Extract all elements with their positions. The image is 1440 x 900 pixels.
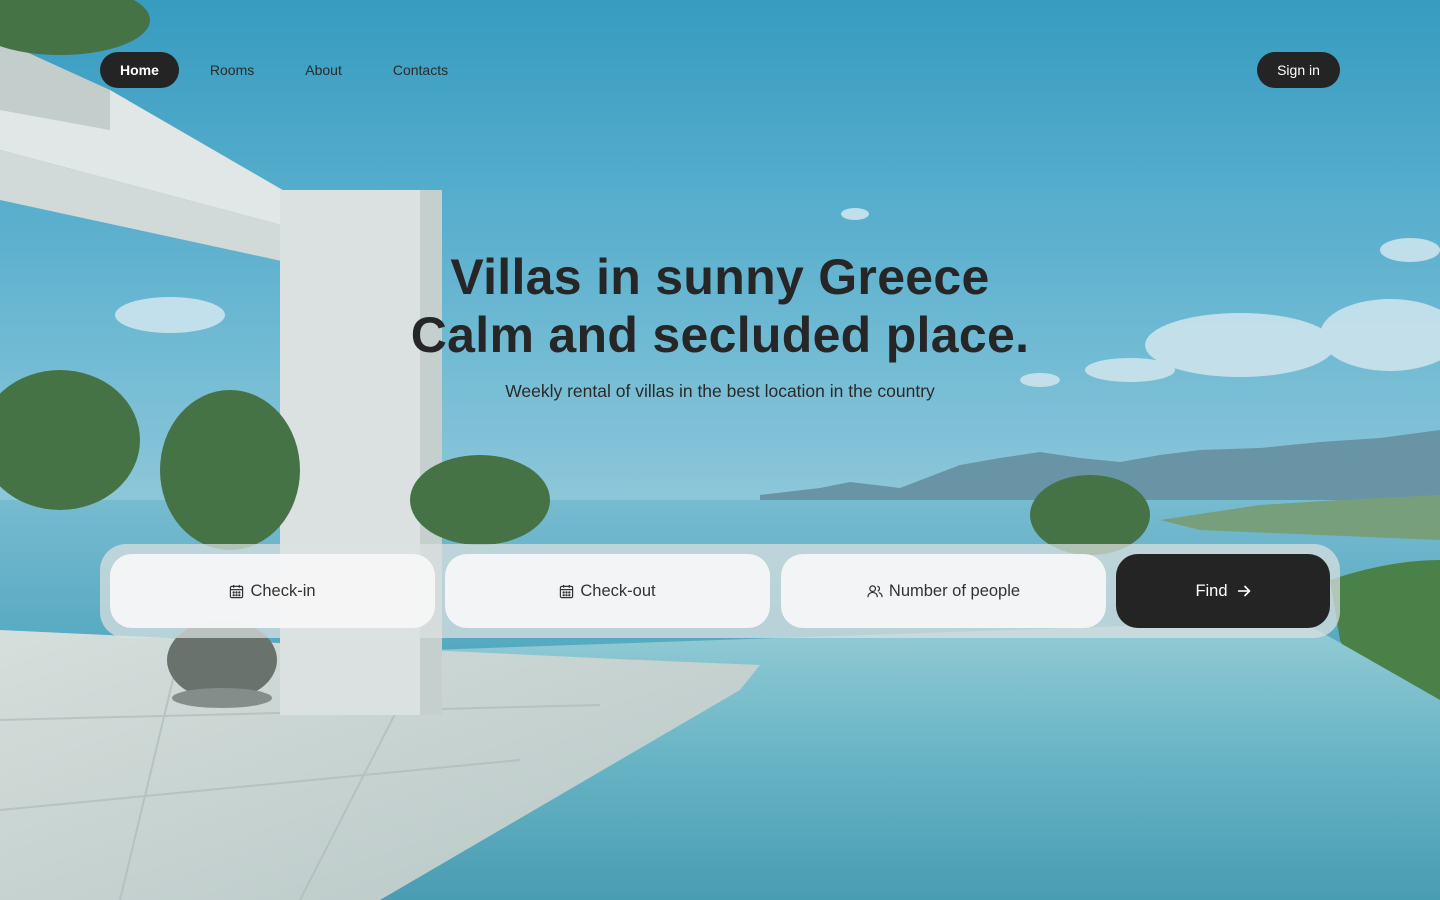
check-in-field[interactable]: Check-in bbox=[110, 554, 435, 628]
nav-rooms[interactable]: Rooms bbox=[190, 52, 274, 88]
check-out-field[interactable]: Check-out bbox=[445, 554, 770, 628]
users-icon bbox=[867, 584, 883, 599]
calendar-icon bbox=[559, 584, 574, 599]
booking-search-bar: Check-in Check-out Number of people Find bbox=[100, 544, 1340, 638]
nav-contacts[interactable]: Contacts bbox=[373, 52, 468, 88]
nav-about[interactable]: About bbox=[285, 52, 362, 88]
hero-title-line2: Calm and secluded place. bbox=[410, 307, 1030, 363]
main-nav: Home Rooms About Contacts bbox=[100, 52, 479, 88]
hero-title-line1: Villas in sunny Greece bbox=[450, 249, 990, 305]
hero-background-image bbox=[0, 0, 1440, 900]
check-out-label: Check-out bbox=[580, 581, 656, 600]
nav-home[interactable]: Home bbox=[100, 52, 179, 88]
find-button[interactable]: Find bbox=[1116, 554, 1330, 628]
arrow-right-icon bbox=[1237, 585, 1251, 597]
number-of-people-label: Number of people bbox=[888, 581, 1021, 600]
number-of-people-field[interactable]: Number of people bbox=[781, 554, 1106, 628]
check-in-label: Check-in bbox=[250, 581, 316, 600]
find-label: Find bbox=[1195, 581, 1228, 600]
calendar-icon bbox=[229, 584, 244, 599]
hero-title: Villas in sunny Greece Calm and secluded… bbox=[0, 248, 1440, 364]
hero: Villas in sunny Greece Calm and secluded… bbox=[0, 248, 1440, 402]
hero-subtitle: Weekly rental of villas in the best loca… bbox=[505, 381, 935, 401]
sign-in-button[interactable]: Sign in bbox=[1257, 52, 1340, 88]
